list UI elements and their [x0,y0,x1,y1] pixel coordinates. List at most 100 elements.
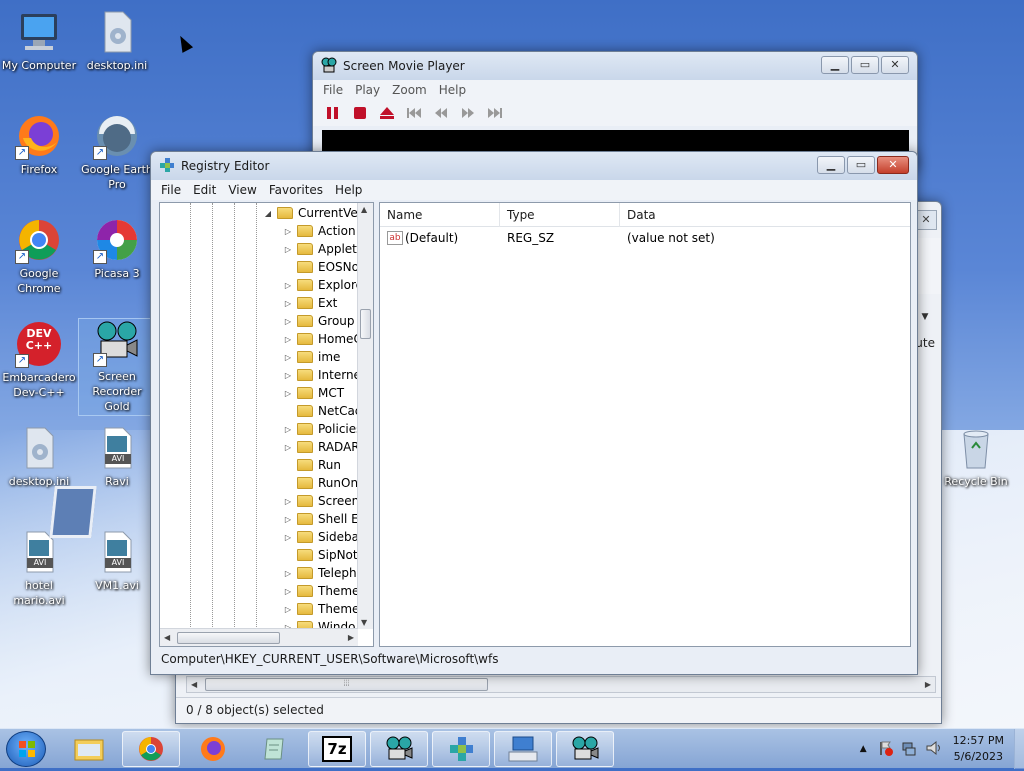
expand-arrow-icon[interactable]: ▷ [282,443,294,452]
clock[interactable]: 12:57 PM 5/6/2023 [953,733,1004,765]
tree-item[interactable]: Run [282,456,341,474]
menu-play[interactable]: Play [349,83,386,97]
taskbar-file-explorer[interactable] [60,731,118,767]
scrollbar-thumb[interactable]: ⦙⦙⦙ [205,678,488,691]
expand-arrow-icon[interactable]: ▷ [282,299,294,308]
titlebar[interactable]: Registry Editor ▁ ▭ ✕ [151,152,917,180]
scroll-down-icon[interactable]: ▼ [361,618,367,627]
expand-arrow-icon[interactable]: ▷ [282,497,294,506]
tree-item[interactable]: ▷ Shell Ex [282,510,366,528]
expand-arrow-icon[interactable]: ▷ [282,335,294,344]
tree-item[interactable]: ▷ Action [282,222,356,240]
minimize-button[interactable]: ▁ [817,156,845,174]
taskbar-firefox[interactable] [184,731,242,767]
expand-arrow-icon[interactable]: ▷ [282,515,294,524]
rewind-icon[interactable] [431,105,451,121]
eject-icon[interactable] [377,105,397,121]
taskbar-registry-editor[interactable] [432,731,490,767]
taskbar-screen-recorder[interactable] [370,731,428,767]
expand-arrow-icon[interactable]: ▷ [282,245,294,254]
tree-item[interactable]: ▷ HomeC [282,330,362,348]
scroll-up-icon[interactable]: ▲ [361,205,367,214]
taskbar-7zip[interactable]: 7z [308,731,366,767]
desktop-icon-picasa[interactable]: ↗ Picasa 3 [78,216,156,281]
desktop-icon-screen-recorder-gold[interactable]: ↗ Screen Recorder Gold [78,318,156,416]
desktop-icon-google-chrome[interactable]: ↗ Google Chrome [0,216,78,296]
desktop-icon-ravi[interactable]: AVI Ravi [78,424,156,489]
list-item[interactable]: ab (Default) REG_SZ (value not set) [380,227,910,249]
tree-item-root[interactable]: ◢ CurrentVer [262,204,363,222]
pause-icon[interactable] [323,105,343,121]
maximize-button[interactable]: ▭ [847,156,875,174]
menu-help[interactable]: Help [329,183,368,197]
scrollbar-thumb[interactable] [360,309,371,339]
scrollbar-thumb[interactable] [177,632,280,644]
menu-zoom[interactable]: Zoom [386,83,433,97]
tree-item[interactable]: ▷ Explore [282,276,363,294]
menu-favorites[interactable]: Favorites [263,183,329,197]
expand-arrow-icon[interactable]: ▷ [282,371,294,380]
scroll-left-icon[interactable]: ◀ [164,633,170,642]
forward-icon[interactable] [458,105,478,121]
tree-item[interactable]: EOSNo [282,258,359,276]
expand-arrow-icon[interactable]: ▷ [282,533,294,542]
minimize-button[interactable]: ▁ [821,56,849,74]
close-button[interactable]: ✕ [877,156,909,174]
tree-item[interactable]: ▷ Group I [282,312,362,330]
desktop-icon-firefox[interactable]: ↗ Firefox [0,112,78,177]
desktop-icon-google-earth[interactable]: ↗ Google Earth Pro [78,112,156,192]
tree-item[interactable]: ▷ MCT [282,384,344,402]
tree-item[interactable]: ▷ Policies [282,420,362,438]
taskbar-notepad[interactable] [246,731,304,767]
menu-help[interactable]: Help [433,83,472,97]
desktop-icon-desktop-ini[interactable]: desktop.ini [78,8,156,73]
column-header-data[interactable]: Data [620,203,910,227]
tree-item[interactable]: ▷ RADAR [282,438,360,456]
tree-horizontal-scrollbar[interactable]: ◀ ▶ [160,628,358,646]
taskbar-chrome[interactable] [122,731,180,767]
tree-item[interactable]: ▷ Screens [282,492,366,510]
scroll-left-icon[interactable]: ◀ [191,680,197,689]
show-hidden-icons-icon[interactable]: ▲ [860,744,867,754]
tree-item[interactable]: ▷ Ext [282,294,337,312]
titlebar[interactable]: Screen Movie Player ▁ ▭ ✕ [313,52,917,80]
tree-item[interactable]: NetCac [282,402,361,420]
tree-item[interactable]: RunOn [282,474,358,492]
maximize-button[interactable]: ▭ [851,56,879,74]
scroll-right-icon[interactable]: ▶ [925,680,931,689]
expand-arrow-icon[interactable]: ▷ [282,425,294,434]
dropdown-arrow-icon[interactable]: ▼ [917,308,933,326]
tree-item[interactable]: ▷ Applets [282,240,363,258]
expand-arrow-icon[interactable]: ▷ [282,587,294,596]
collapse-arrow-icon[interactable]: ◢ [262,209,274,218]
desktop-icon-devcpp[interactable]: DEV C++ ↗ Embarcadero Dev-C++ [0,320,78,400]
expand-arrow-icon[interactable]: ▷ [282,281,294,290]
menu-view[interactable]: View [222,183,262,197]
tree-item[interactable]: ▷ Sidebar [282,528,364,546]
desktop-icon-my-computer[interactable]: My Computer [0,8,78,73]
skip-end-icon[interactable] [485,105,505,121]
expand-arrow-icon[interactable]: ▷ [282,605,294,614]
close-button[interactable]: ✕ [881,56,909,74]
show-desktop-button[interactable] [1014,729,1024,769]
action-center-flag-icon[interactable] [877,740,893,759]
column-header-name[interactable]: Name [380,203,500,227]
tree-item[interactable]: ▷ Theme [282,600,359,618]
desktop-icon-desktop-ini-2[interactable]: desktop.ini [0,424,78,489]
tree-item[interactable]: ▷ Teleph [282,564,357,582]
taskbar-on-screen-keyboard[interactable] [494,731,552,767]
close-button[interactable]: ✕ [915,210,937,230]
expand-arrow-icon[interactable]: ▷ [282,389,294,398]
start-button[interactable] [6,731,46,767]
expand-arrow-icon[interactable]: ▷ [282,317,294,326]
menu-file[interactable]: File [317,83,349,97]
tree-item[interactable]: ▷ Theme [282,582,359,600]
expand-arrow-icon[interactable]: ▷ [282,353,294,362]
expand-arrow-icon[interactable]: ▷ [282,569,294,578]
scroll-right-icon[interactable]: ▶ [348,633,354,642]
skip-start-icon[interactable] [404,105,424,121]
expand-arrow-icon[interactable]: ▷ [282,227,294,236]
volume-icon[interactable] [925,740,943,759]
menu-edit[interactable]: Edit [187,183,222,197]
horizontal-scrollbar[interactable]: ◀ ⦙⦙⦙ ▶ [186,676,936,693]
